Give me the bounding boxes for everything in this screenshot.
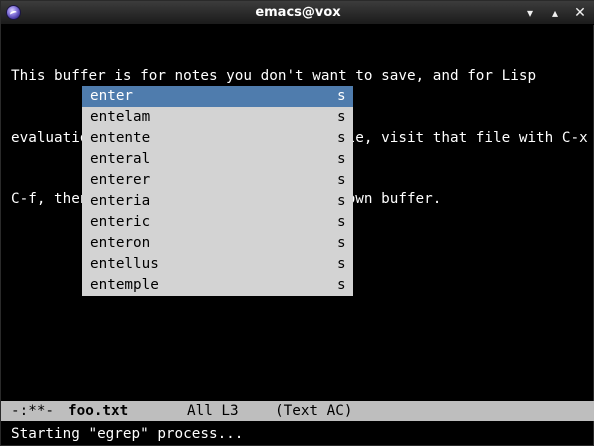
modeline-buffer-name[interactable]: foo.txt bbox=[68, 401, 128, 421]
completion-annotation: s bbox=[337, 235, 346, 251]
close-button[interactable]: ✕ bbox=[571, 4, 589, 22]
completion-annotation: s bbox=[337, 214, 346, 230]
echo-area: Starting "egrep" process... bbox=[11, 426, 244, 442]
completion-annotation: s bbox=[337, 151, 346, 167]
completion-item[interactable]: entemple s bbox=[82, 275, 353, 296]
completion-popup: enter s entelam s entente s enteral s en… bbox=[82, 86, 353, 296]
completion-word: enteric bbox=[90, 214, 151, 230]
maximize-button[interactable]: ▴ bbox=[546, 4, 564, 22]
completion-word: enteral bbox=[90, 151, 151, 167]
completion-annotation: s bbox=[337, 109, 346, 125]
completion-annotation: s bbox=[337, 193, 346, 209]
completion-item[interactable]: enteric s bbox=[82, 212, 353, 233]
completion-item[interactable]: entelam s bbox=[82, 107, 353, 128]
modeline-status: -:**- bbox=[11, 403, 55, 419]
completion-item[interactable]: enter s bbox=[82, 86, 353, 107]
completion-word: entellus bbox=[90, 256, 159, 272]
completion-word: entemple bbox=[90, 277, 159, 293]
completion-annotation: s bbox=[337, 277, 346, 293]
mode-line[interactable]: -:**- foo.txt All L3 (Text AC) bbox=[1, 401, 594, 421]
completion-word: entente bbox=[90, 130, 151, 146]
completion-annotation: s bbox=[337, 130, 346, 146]
emacs-window: emacs@vox ▾ ▴ ✕ This buffer is for notes… bbox=[0, 0, 594, 446]
completion-word: enteron bbox=[90, 235, 151, 251]
title-bar[interactable]: emacs@vox ▾ ▴ ✕ bbox=[1, 1, 594, 25]
minimize-button[interactable]: ▾ bbox=[521, 4, 539, 22]
completion-word: entelam bbox=[90, 109, 151, 125]
completion-item[interactable]: entellus s bbox=[82, 254, 353, 275]
completion-item[interactable]: enteron s bbox=[82, 233, 353, 254]
completion-word: enter bbox=[90, 88, 134, 104]
completion-annotation: s bbox=[337, 256, 346, 272]
completion-item[interactable]: enterer s bbox=[82, 170, 353, 191]
completion-item[interactable]: entente s bbox=[82, 128, 353, 149]
modeline-position: All L3 bbox=[187, 403, 239, 419]
completion-word: enteria bbox=[90, 193, 151, 209]
window-title: emacs@vox bbox=[255, 5, 341, 20]
completion-item[interactable]: enteral s bbox=[82, 149, 353, 170]
modeline-modes[interactable]: (Text AC) bbox=[275, 401, 352, 421]
completion-word: enterer bbox=[90, 172, 151, 188]
completion-annotation: s bbox=[337, 172, 346, 188]
buffer-line: This buffer is for notes you don't want … bbox=[11, 68, 537, 84]
completion-annotation: s bbox=[337, 88, 346, 104]
completion-item[interactable]: enteria s bbox=[82, 191, 353, 212]
